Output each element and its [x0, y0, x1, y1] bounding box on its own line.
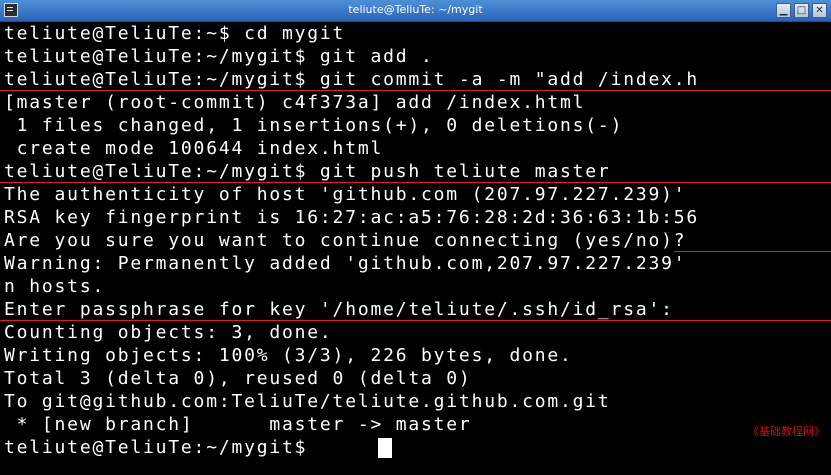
- terminal-output[interactable]: teliute@TeliuTe:~$ cd mygit teliute@Teli…: [0, 22, 831, 475]
- window-title: teliute@TeliuTe: ~/mygit: [348, 3, 483, 16]
- terminal-line: create mode 100644 index.html: [4, 138, 384, 159]
- terminal-line: [master (root-commit) c4f373a] add /inde…: [4, 92, 586, 113]
- terminal-line: teliute@TeliuTe:~/mygit$ git push teliut…: [4, 161, 611, 182]
- watermark-text: 《基础教程网》: [748, 425, 825, 438]
- terminal-line: To git@github.com:TeliuTe/teliute.github…: [4, 391, 611, 412]
- annotation-underline: [0, 90, 831, 91]
- terminal-line: * [new branch] master -> master: [4, 414, 472, 435]
- annotation-underline: [0, 182, 831, 183]
- terminal-line: Warning: Permanently added 'github.com,2…: [4, 253, 687, 274]
- close-button[interactable]: ✕: [812, 3, 827, 18]
- terminal-line: RSA key fingerprint is 16:27:ac:a5:76:28…: [4, 207, 700, 228]
- title-bar[interactable]: teliute@TeliuTe: ~/mygit ▁ □ ✕: [0, 0, 831, 22]
- terminal-line: teliute@TeliuTe:~/mygit$ git commit -a -…: [4, 69, 700, 90]
- annotation-underline: [0, 320, 831, 321]
- terminal-window: teliute@TeliuTe: ~/mygit ▁ □ ✕ teliute@T…: [0, 0, 831, 475]
- terminal-line: teliute@TeliuTe:~$ cd mygit: [4, 23, 346, 44]
- minimize-button[interactable]: ▁: [776, 3, 791, 18]
- terminal-line: 1 files changed, 1 insertions(+), 0 dele…: [4, 115, 624, 136]
- window-controls: ▁ □ ✕: [776, 3, 827, 18]
- terminal-line: n hosts.: [4, 276, 106, 297]
- terminal-line: Are you sure you want to continue connec…: [4, 230, 687, 251]
- terminal-line: Total 3 (delta 0), reused 0 (delta 0): [4, 368, 472, 389]
- terminal-prompt: teliute@TeliuTe:~/mygit$: [4, 437, 320, 458]
- annotation-underline: [674, 251, 831, 252]
- terminal-line: The authenticity of host 'github.com (20…: [4, 184, 687, 205]
- terminal-line: teliute@TeliuTe:~/mygit$ git add .: [4, 46, 434, 67]
- terminal-line: Enter passphrase for key '/home/teliute/…: [4, 299, 674, 320]
- maximize-button[interactable]: □: [794, 3, 809, 18]
- terminal-line: Counting objects: 3, done.: [4, 322, 333, 343]
- text-cursor: [378, 438, 392, 458]
- terminal-line: Writing objects: 100% (3/3), 226 bytes, …: [4, 345, 573, 366]
